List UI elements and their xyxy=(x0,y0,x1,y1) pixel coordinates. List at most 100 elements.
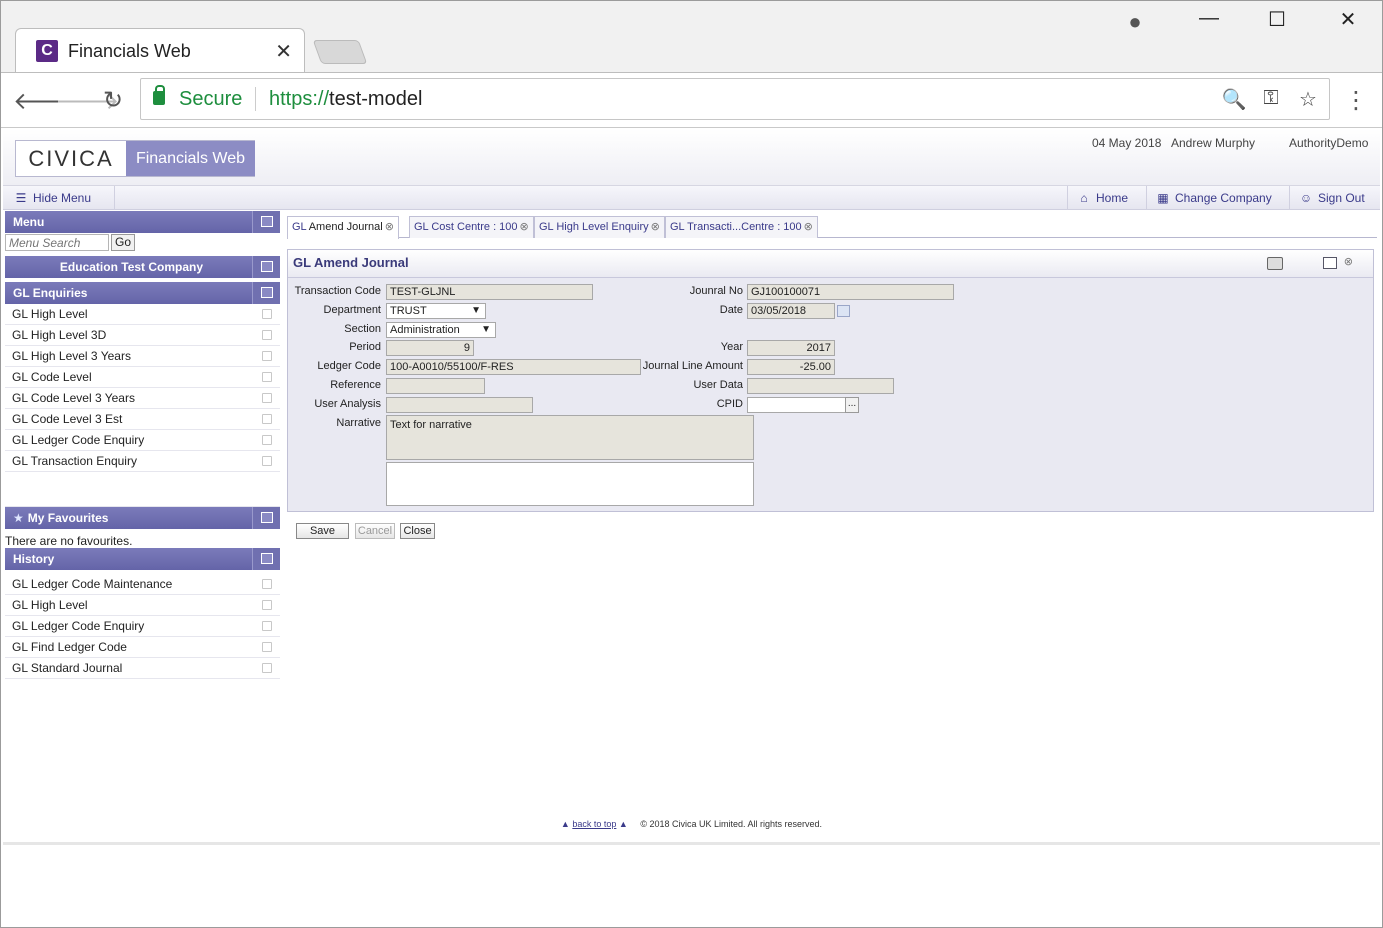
lock-icon xyxy=(153,85,165,105)
back-to-top-link[interactable]: back to top xyxy=(572,819,616,829)
minimize-icon[interactable]: — xyxy=(1189,7,1229,30)
cancel-button[interactable]: Cancel xyxy=(355,523,395,539)
ledger-code-label: Ledger Code xyxy=(317,360,381,372)
open-window-icon[interactable] xyxy=(262,642,272,652)
menu-item[interactable]: GL Transaction Enquiry xyxy=(5,451,280,472)
history-item[interactable]: GL Find Ledger Code xyxy=(5,637,280,658)
address-bar[interactable]: Secure https://test-model 🔍 ⚿ ☆ xyxy=(140,78,1330,120)
close-tab-icon[interactable]: ⊗ xyxy=(385,221,394,233)
gl-enquiries-header[interactable]: GL Enquiries xyxy=(5,282,280,304)
zoom-icon[interactable]: 🔍 xyxy=(1221,87,1247,112)
company-toggle-icon[interactable] xyxy=(252,256,280,278)
close-form-icon[interactable]: ⊗ xyxy=(1344,255,1353,268)
url-host: test-model xyxy=(329,88,423,110)
history-item[interactable]: GL Ledger Code Maintenance xyxy=(5,574,280,595)
close-button[interactable]: Close xyxy=(400,523,435,539)
close-tab-icon[interactable]: ⊗ xyxy=(804,221,813,233)
new-tab-button[interactable] xyxy=(312,40,368,64)
open-window-icon[interactable] xyxy=(262,579,272,589)
open-window-icon[interactable] xyxy=(262,621,272,631)
url-text[interactable]: https://test-model xyxy=(269,88,422,111)
chevron-down-icon: ▼ xyxy=(481,324,491,335)
history-item[interactable]: GL Ledger Code Enquiry xyxy=(5,616,280,637)
section-value: Administration xyxy=(390,324,460,336)
open-window-icon[interactable] xyxy=(262,435,272,445)
close-tab-icon[interactable]: ✕ xyxy=(275,39,292,64)
history-item-label: GL Standard Journal xyxy=(12,661,123,675)
maximize-icon[interactable]: ☐ xyxy=(1257,7,1297,32)
print-icon[interactable] xyxy=(1267,257,1283,270)
department-select[interactable]: TRUST ▼ xyxy=(386,303,486,319)
forward-icon[interactable]: 🡒 xyxy=(55,86,119,116)
app-toolbar: ☰ Hide Menu ⌂ Home ▦ Change Company ☺ Sign O… xyxy=(3,186,1380,210)
save-button[interactable]: Save xyxy=(296,523,349,539)
menu-item[interactable]: GL Code Level 3 Years xyxy=(5,388,280,409)
cpid-lookup-button[interactable]: ... xyxy=(845,397,859,413)
close-tab-icon[interactable]: ⊗ xyxy=(651,221,660,233)
browser-menu-icon[interactable]: ⋮ xyxy=(1341,86,1371,115)
journal-no-label: Jounral No xyxy=(689,285,743,297)
menu-item[interactable]: GL High Level 3 Years xyxy=(5,346,280,367)
narrative-textarea[interactable]: Text for narrative xyxy=(386,415,754,460)
open-window-icon[interactable] xyxy=(262,663,272,673)
menu-item[interactable]: GL Code Level xyxy=(5,367,280,388)
tab-cost-centre[interactable]: GL Cost Centre : 100 ⊗ xyxy=(409,216,534,238)
period-field: 9 xyxy=(386,340,474,356)
change-company-button[interactable]: ▦ Change Company xyxy=(1146,186,1280,210)
tab-high-level-enquiry[interactable]: GL High Level Enquiry ⊗ xyxy=(534,216,665,238)
close-window-icon[interactable]: ✕ xyxy=(1328,7,1368,32)
open-window-icon[interactable] xyxy=(262,456,272,466)
menu-item[interactable]: GL High Level xyxy=(5,304,280,325)
open-window-icon[interactable] xyxy=(262,393,272,403)
open-window-icon[interactable] xyxy=(262,330,272,340)
menu-item[interactable]: GL Ledger Code Enquiry xyxy=(5,430,280,451)
tab-transaction-centre[interactable]: GL Transacti...Centre : 100 ⊗ xyxy=(665,216,818,238)
section-select[interactable]: Administration ▼ xyxy=(386,322,496,338)
favourites-toggle-icon[interactable] xyxy=(252,507,280,529)
menu-panel-toggle-icon[interactable] xyxy=(252,211,280,233)
page-footer: ▲ back to top ▲ © 2018 Civica UK Limited… xyxy=(3,819,1380,829)
open-window-icon[interactable] xyxy=(262,309,272,319)
copyright-text: © 2018 Civica UK Limited. All rights res… xyxy=(640,819,823,829)
sign-out-label: Sign Out xyxy=(1318,191,1365,205)
calendar-icon[interactable] xyxy=(837,305,850,317)
up-arrow-icon: ▲ xyxy=(618,819,628,829)
amend-journal-form: GL Amend Journal ⊗ Transaction Code TEST… xyxy=(287,249,1374,512)
bookmark-star-icon[interactable]: ☆ xyxy=(1295,87,1321,112)
journal-line-amount-label: Journal Line Amount xyxy=(642,360,743,372)
history-toggle-icon[interactable] xyxy=(252,548,280,570)
menu-item-label: GL Ledger Code Enquiry xyxy=(12,433,145,447)
open-window-icon[interactable] xyxy=(262,372,272,382)
menu-search-go-button[interactable]: Go xyxy=(111,234,135,251)
profile-icon[interactable]: ● xyxy=(1115,9,1155,35)
add-favourite-icon[interactable] xyxy=(1323,257,1337,269)
history-item-label: GL Find Ledger Code xyxy=(12,640,127,654)
company-header[interactable]: Education Test Company xyxy=(5,256,280,278)
tab-amend-journal[interactable]: GL Amend Journal ⊗ xyxy=(287,216,399,239)
open-window-icon[interactable] xyxy=(262,351,272,361)
close-tab-icon[interactable]: ⊗ xyxy=(520,221,529,233)
history-item[interactable]: GL High Level xyxy=(5,595,280,616)
open-window-icon[interactable] xyxy=(262,600,272,610)
section-label: Section xyxy=(344,323,381,335)
cpid-input[interactable] xyxy=(747,397,846,413)
gl-enquiries-toggle-icon[interactable] xyxy=(252,282,280,304)
header-user: Andrew Murphy xyxy=(1171,136,1256,150)
home-button[interactable]: ⌂ Home xyxy=(1067,186,1136,210)
favourites-header[interactable]: ★ My Favourites xyxy=(5,507,280,529)
back-icon[interactable]: 🡐 xyxy=(13,86,77,116)
period-label: Period xyxy=(349,341,381,353)
hide-menu-button[interactable]: ☰ Hide Menu xyxy=(5,186,115,210)
key-icon[interactable]: ⚿ xyxy=(1258,87,1284,110)
menu-item[interactable]: GL High Level 3D xyxy=(5,325,280,346)
open-window-icon[interactable] xyxy=(262,414,272,424)
narrative-textarea-2[interactable] xyxy=(386,462,754,506)
favourites-title: My Favourites xyxy=(27,511,109,525)
history-header[interactable]: History xyxy=(5,548,280,570)
history-item[interactable]: GL Standard Journal xyxy=(5,658,280,679)
menu-search-input[interactable] xyxy=(5,234,109,251)
reload-icon[interactable]: ↻ xyxy=(98,86,128,115)
sign-out-button[interactable]: ☺ Sign Out xyxy=(1289,186,1373,210)
menu-item[interactable]: GL Code Level 3 Est xyxy=(5,409,280,430)
browser-tab[interactable]: C Financials Web ✕ xyxy=(15,28,305,74)
